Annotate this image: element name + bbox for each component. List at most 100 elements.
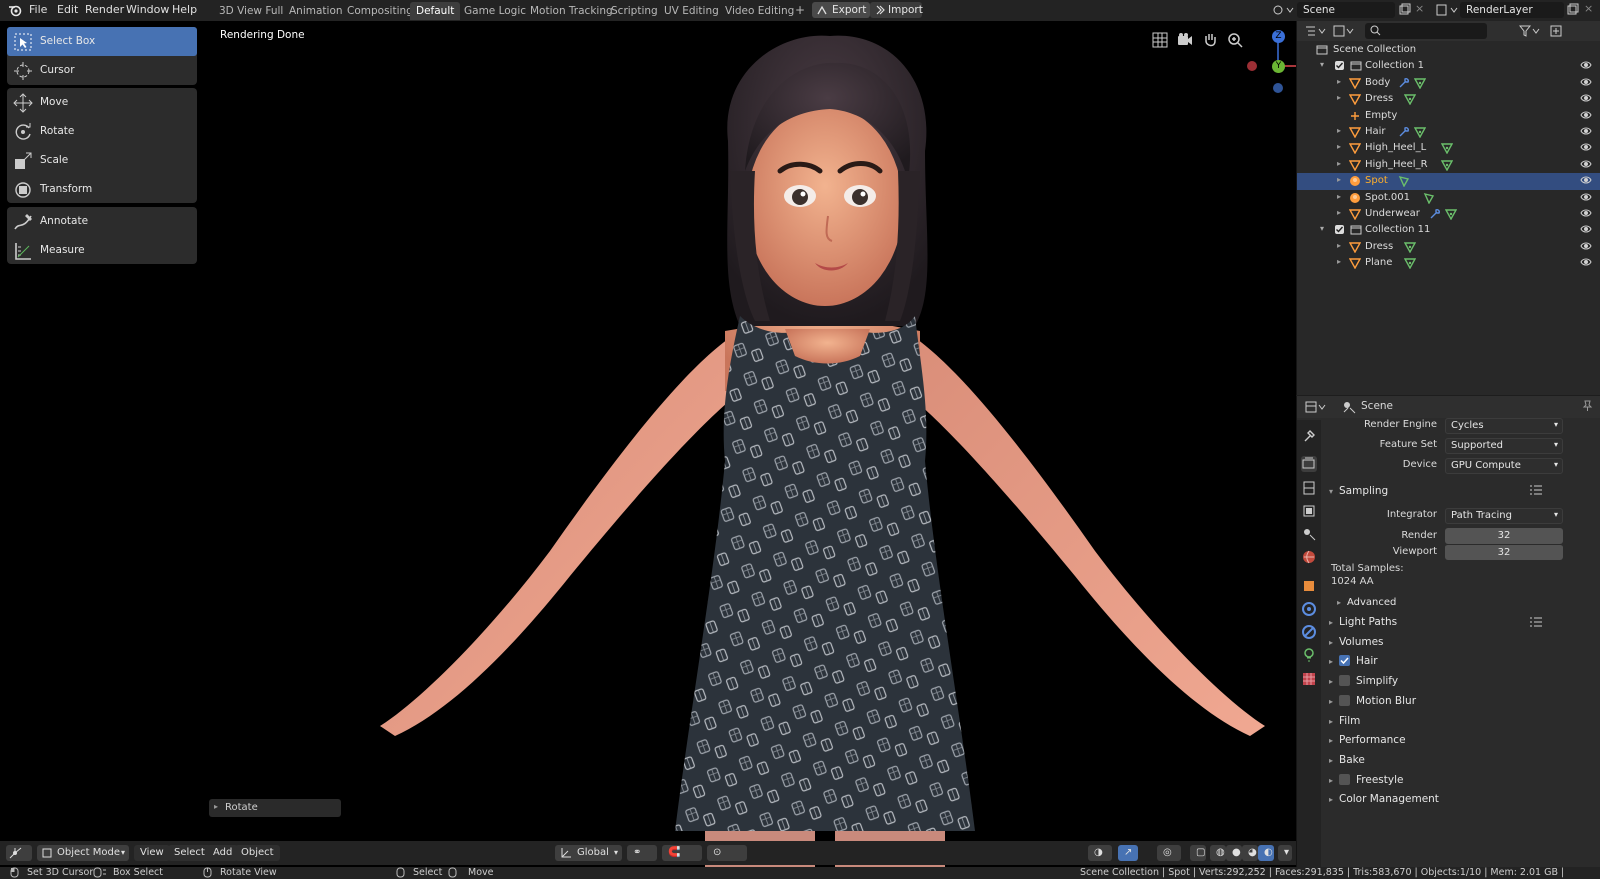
menu-window[interactable]: Window bbox=[126, 3, 169, 16]
eye-visibility-icon[interactable] bbox=[1580, 126, 1592, 136]
feature-set-select[interactable]: Supported ▾ bbox=[1445, 438, 1563, 454]
advanced-subpanel-header[interactable]: ▸ Advanced bbox=[1337, 597, 1396, 608]
expanded-arrow-icon[interactable]: ▾ bbox=[1320, 60, 1324, 69]
mesh-data-icon[interactable] bbox=[1440, 142, 1454, 155]
navigation-gizmo[interactable]: Z X Y bbox=[1240, 26, 1296, 106]
presets-list-icon[interactable] bbox=[1529, 616, 1543, 628]
proportional-edit-icon[interactable]: ⊙ bbox=[707, 845, 747, 861]
outliner-row-spot-001[interactable]: ▸ Spot.001 bbox=[1297, 190, 1600, 207]
camera-view-icon[interactable] bbox=[1177, 32, 1193, 48]
tab-default[interactable]: Default bbox=[410, 2, 461, 20]
scene-browse-icon[interactable] bbox=[1272, 3, 1294, 17]
scene-name-field[interactable]: Scene bbox=[1297, 2, 1395, 18]
view-layer-browse-icon[interactable] bbox=[1436, 3, 1458, 17]
copy-view-layer-icon[interactable] bbox=[1567, 3, 1579, 15]
shading-options-icon[interactable]: ▾ bbox=[1278, 845, 1292, 861]
outliner-scene-collection[interactable]: Scene Collection bbox=[1297, 42, 1600, 59]
panel-bake[interactable]: ▸ Bake bbox=[1329, 754, 1365, 766]
menu-edit[interactable]: Edit bbox=[57, 3, 78, 16]
tool-measure[interactable]: Measure bbox=[7, 236, 197, 265]
tab-game-logic[interactable]: Game Logic bbox=[458, 2, 532, 20]
eye-visibility-icon[interactable] bbox=[1580, 224, 1592, 234]
collection-checkbox[interactable] bbox=[1335, 61, 1344, 71]
mesh-data-icon[interactable] bbox=[1403, 257, 1417, 270]
eye-visibility-icon[interactable] bbox=[1580, 142, 1592, 152]
tool-settings-tab-icon[interactable] bbox=[1301, 428, 1317, 444]
mesh-data-icon[interactable] bbox=[1413, 126, 1426, 139]
tool-scale[interactable]: Scale bbox=[7, 146, 197, 175]
tool-annotate[interactable]: Annotate bbox=[7, 207, 197, 236]
wireframe-shading-icon[interactable]: ◍ bbox=[1210, 845, 1226, 861]
mesh-data-icon[interactable] bbox=[1444, 208, 1457, 221]
outliner-search-input[interactable] bbox=[1365, 23, 1487, 39]
transform-orientation-selector[interactable]: Global ▾ bbox=[555, 845, 622, 861]
filter-icon[interactable] bbox=[1518, 24, 1541, 38]
outliner-row-dress[interactable]: ▸ Dress bbox=[1297, 91, 1600, 108]
light-data-icon[interactable] bbox=[1398, 175, 1410, 188]
panel-hair[interactable]: ▸ Hair bbox=[1329, 655, 1378, 667]
collapsed-arrow-icon[interactable]: ▸ bbox=[1337, 142, 1341, 151]
3d-viewport[interactable]: Rendering Done Select Box Cursor Move Ro… bbox=[0, 21, 1296, 867]
eye-visibility-icon[interactable] bbox=[1580, 93, 1592, 103]
panel-enable-checkbox[interactable] bbox=[1339, 773, 1350, 785]
solid-shading-icon[interactable]: ● bbox=[1226, 845, 1242, 861]
render-engine-select[interactable]: Cycles ▾ bbox=[1445, 418, 1563, 434]
editor-type-button[interactable] bbox=[6, 845, 32, 861]
menu-help[interactable]: Help bbox=[172, 3, 197, 16]
menu-view[interactable]: View bbox=[134, 845, 170, 861]
new-collection-icon[interactable] bbox=[1549, 24, 1563, 38]
outliner-editor-icon[interactable] bbox=[1305, 24, 1327, 38]
eye-visibility-icon[interactable] bbox=[1580, 208, 1592, 218]
menu-file[interactable]: File bbox=[29, 3, 47, 16]
panel-film[interactable]: ▸ Film bbox=[1329, 715, 1360, 727]
output-tab-icon[interactable] bbox=[1301, 480, 1317, 496]
render-samples-field[interactable]: 32 bbox=[1445, 528, 1563, 544]
view-layer-field[interactable]: RenderLayer bbox=[1460, 2, 1564, 18]
outliner-row-body[interactable]: ▸ Body bbox=[1297, 75, 1600, 92]
eye-visibility-icon[interactable] bbox=[1580, 77, 1592, 87]
object-tab-icon[interactable] bbox=[1301, 578, 1317, 594]
modifier-wrench-icon[interactable] bbox=[1398, 126, 1410, 138]
outliner-row-plane[interactable]: ▸ Plane bbox=[1297, 255, 1600, 272]
modifier-wrench-icon[interactable] bbox=[1429, 208, 1441, 220]
xray-toggle-icon[interactable]: ▢ bbox=[1190, 845, 1206, 861]
blender-logo-icon[interactable] bbox=[8, 3, 22, 17]
mesh-data-icon[interactable] bbox=[1403, 93, 1417, 106]
collapsed-arrow-icon[interactable]: ▸ bbox=[1337, 175, 1341, 184]
menu-select[interactable]: Select bbox=[168, 845, 211, 861]
eye-visibility-icon[interactable] bbox=[1580, 192, 1592, 202]
display-mode-icon[interactable] bbox=[1333, 24, 1355, 38]
axis-z-button[interactable]: Z bbox=[1272, 30, 1285, 43]
panel-enable-checkbox[interactable] bbox=[1339, 694, 1350, 706]
overlay-toggle-icon[interactable]: ◎ bbox=[1157, 845, 1181, 861]
integrator-select[interactable]: Path Tracing ▾ bbox=[1445, 508, 1563, 524]
tool-rotate[interactable]: Rotate bbox=[7, 117, 197, 146]
eye-visibility-icon[interactable] bbox=[1580, 175, 1592, 185]
export-button[interactable]: Export bbox=[812, 2, 870, 18]
rendered-shading-icon[interactable]: ◐ bbox=[1258, 845, 1274, 861]
close-view-layer-icon[interactable]: × bbox=[1584, 2, 1593, 15]
panel-performance[interactable]: ▸ Performance bbox=[1329, 734, 1406, 746]
visibility-filter-icon[interactable]: ◑ bbox=[1088, 845, 1112, 861]
collapsed-arrow-icon[interactable]: ▸ bbox=[1337, 126, 1341, 135]
axis-y-button[interactable]: Y bbox=[1272, 60, 1285, 73]
collapsed-arrow-icon[interactable]: ▸ bbox=[1337, 241, 1341, 250]
tool-move[interactable]: Move bbox=[7, 88, 197, 117]
pivot-point-icon[interactable]: ⚭ bbox=[627, 845, 657, 861]
render-tab-icon[interactable] bbox=[1301, 456, 1317, 472]
panel-simplify[interactable]: ▸ Simplify bbox=[1329, 675, 1398, 687]
outliner-row-high-heel-l[interactable]: ▸ High_Heel_L bbox=[1297, 140, 1600, 157]
tab-compositing[interactable]: Compositing bbox=[341, 2, 419, 20]
panel-volumes[interactable]: ▸ Volumes bbox=[1329, 636, 1384, 648]
pin-icon[interactable] bbox=[1581, 400, 1593, 412]
world-tab-icon[interactable] bbox=[1301, 549, 1317, 565]
close-scene-icon[interactable]: × bbox=[1415, 2, 1424, 15]
pan-view-icon[interactable] bbox=[1202, 32, 1218, 48]
mode-selector[interactable]: Object Mode ▾ bbox=[37, 845, 129, 861]
eye-visibility-icon[interactable] bbox=[1580, 159, 1592, 169]
eye-visibility-icon[interactable] bbox=[1580, 110, 1592, 120]
modifier-wrench-icon[interactable] bbox=[1398, 77, 1410, 89]
collapsed-arrow-icon[interactable]: ▸ bbox=[1337, 257, 1341, 266]
collapsed-arrow-icon[interactable]: ▸ bbox=[1337, 208, 1341, 217]
collapsed-arrow-icon[interactable]: ▸ bbox=[1337, 93, 1341, 102]
